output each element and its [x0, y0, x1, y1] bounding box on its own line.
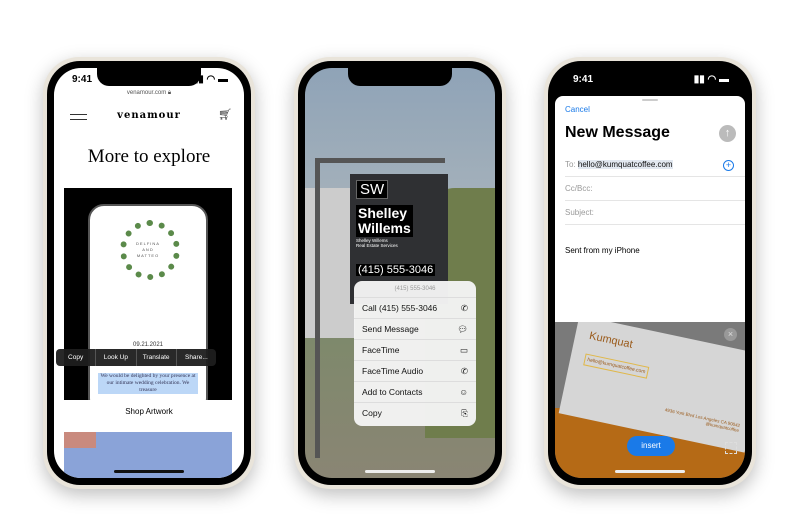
selected-text[interactable]: We would be delighted by your presence a… [98, 373, 198, 394]
lock-icon: 🔒︎ [167, 90, 172, 96]
home-indicator [114, 470, 184, 473]
page-heading: More to explore [87, 146, 211, 167]
sheet-grabber[interactable] [642, 99, 658, 101]
brand-logo: venamour [117, 110, 181, 121]
mail-screen: 9:41 ▮▮ ◠ ▬ Cancel New Message ↑ To: hell… [555, 68, 745, 478]
compose-title: New Message [565, 124, 670, 141]
time: 9:41 [573, 74, 594, 85]
cancel-button[interactable]: Cancel [565, 105, 590, 114]
phone-icon: ✆ [460, 302, 468, 313]
phone-camera: SW Shelley Willems Shelley Willems Real Es… [294, 57, 506, 489]
cc-bcc-field[interactable]: Cc/Bcc: [565, 177, 745, 201]
phone-safari: 9:41 ▮▮ ◠ ▬ venamour.com 🔒︎ venamour 🛒︎ M… [43, 57, 255, 489]
to-field[interactable]: To: hello@kumquatcoffee.com [565, 153, 745, 177]
camera-screen: SW Shelley Willems Shelley Willems Real Es… [305, 68, 495, 478]
card-email[interactable]: hello@kumquatcoffee.com [583, 353, 650, 379]
message-body[interactable]: Sent from my iPhone [565, 246, 640, 255]
close-camera-icon[interactable]: × [724, 328, 737, 341]
invite-date: 09.21.2021 [132, 342, 164, 348]
video-icon: ▭ [459, 344, 468, 355]
menu-header: (415) 555-3046 [394, 286, 436, 292]
time: 9:41 [72, 74, 93, 85]
menu-translate[interactable]: Translate [137, 349, 177, 366]
card-name: Kumquat [588, 329, 634, 351]
menu-copy[interactable]: Copy [56, 349, 97, 366]
insert-button[interactable]: insert [627, 436, 675, 456]
home-indicator [365, 470, 435, 473]
copy-icon: ⎘ [461, 407, 468, 418]
url-text: venamour.com [126, 90, 167, 96]
invite-names: DELFINA AND MATTEO [136, 241, 160, 258]
status-bar: 9:41 ▮▮ ◠ ▬ [72, 74, 228, 85]
home-indicator [615, 470, 685, 473]
menu-facetime[interactable]: FaceTime ▭ [354, 339, 476, 360]
subject-field[interactable]: Subject: [565, 201, 745, 225]
card-address: 4936 York Blvd Los Angeles CA 90042 @kumq… [664, 407, 741, 433]
add-contact-icon: ☺ [459, 387, 468, 397]
menu-send-message[interactable]: Send Message 💬︎ [354, 318, 476, 339]
sign-name[interactable]: Shelley Willems [356, 205, 413, 237]
send-button[interactable]: ↑ [719, 125, 736, 142]
context-menu: Copy Look Up Translate Share... [56, 349, 216, 366]
message-icon: 💬︎ [457, 323, 468, 334]
menu-add-to-contacts[interactable]: Add to Contacts ☺ [354, 381, 476, 402]
menu-facetime-audio[interactable]: FaceTime Audio ✆ [354, 360, 476, 381]
artwork-image[interactable]: DELFINA AND MATTEO 09.21.2021 We would be … [64, 188, 232, 400]
phone-icon: ✆ [460, 365, 468, 376]
menu-look-up[interactable]: Look Up [96, 349, 137, 366]
live-text-icon[interactable] [725, 442, 737, 454]
signal-wifi-battery-icon: ▮▮ ◠ ▬ [192, 74, 228, 85]
status-bar: 9:41 ▮▮ ◠ ▬ [573, 74, 729, 85]
sign-arm [315, 158, 445, 163]
shop-artwork-link[interactable]: Shop Artwork [54, 407, 244, 416]
data-detector-menu: (415) 555-3046 Call (415) 555-3046 ✆ Send… [354, 281, 476, 426]
flowers-image [64, 432, 96, 448]
invite-card: DELFINA AND MATTEO 09.21.2021 We would be … [88, 204, 208, 400]
add-recipient-icon[interactable]: + [723, 160, 734, 171]
cart-icon[interactable]: 🛒︎ [218, 108, 232, 121]
menu-call[interactable]: Call (415) 555-3046 ✆ [354, 297, 476, 318]
url-bar[interactable]: venamour.com 🔒︎ [54, 90, 244, 97]
phone-mail: 9:41 ▮▮ ◠ ▬ Cancel New Message ↑ To: hell… [544, 57, 756, 489]
menu-copy[interactable]: Copy ⎘ [354, 402, 476, 423]
signal-wifi-battery-icon: ▮▮ ◠ ▬ [693, 74, 729, 85]
to-value: hello@kumquatcoffee.com [577, 160, 673, 169]
sign-post [315, 158, 320, 458]
safari-screen: 9:41 ▮▮ ◠ ▬ venamour.com 🔒︎ venamour 🛒︎ M… [54, 68, 244, 478]
compose-sheet: Cancel New Message ↑ To: hello@kumquatco… [555, 96, 745, 322]
menu-share[interactable]: Share... [177, 349, 216, 366]
sign-logo: SW [356, 180, 389, 199]
live-text-camera: Kumquat hello@kumquatcoffee.com 4936 Yor… [555, 322, 745, 478]
sign-subtitle: Shelley Willems Real Estate Services [356, 238, 398, 248]
house-image [305, 188, 355, 338]
sign-phone-number[interactable]: (415) 555-3046 [356, 264, 436, 276]
notch [348, 68, 452, 86]
